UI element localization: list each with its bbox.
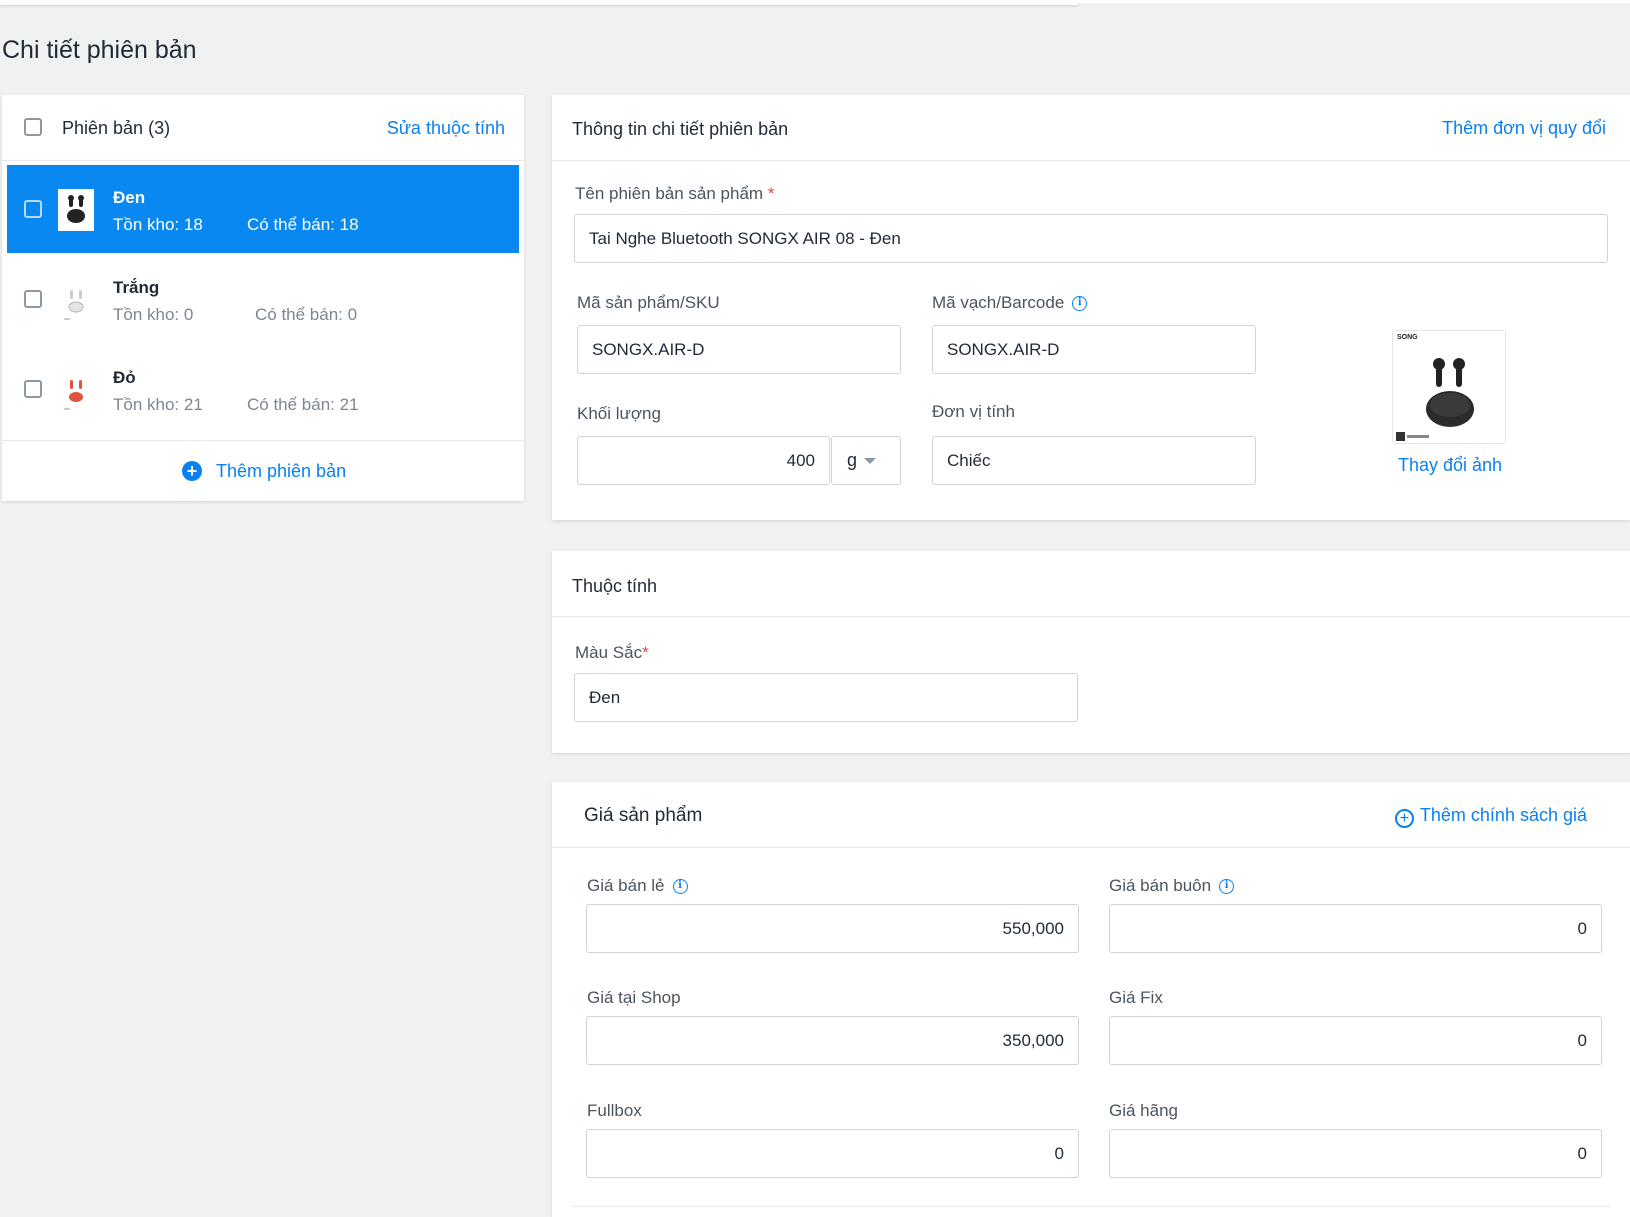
image-brand-text: SONG xyxy=(1397,334,1418,341)
variant-name: Trắng xyxy=(113,278,160,297)
price-card-title: Giá sản phẩm xyxy=(584,805,703,826)
brand-price-input[interactable]: 0 xyxy=(1109,1129,1602,1178)
plus-circle-icon: + xyxy=(182,461,202,481)
variant-checkbox[interactable] xyxy=(24,200,42,218)
unit-input[interactable]: Chiếc xyxy=(932,436,1256,485)
info-icon[interactable]: i xyxy=(1219,879,1235,894)
weight-label: Khối lượng xyxy=(577,404,661,423)
change-image-link[interactable]: Thay đổi ảnh xyxy=(1398,455,1502,476)
attributes-card-header: Thuộc tính xyxy=(552,551,1630,617)
add-conversion-unit-link[interactable]: Thêm đơn vị quy đổi xyxy=(1442,118,1606,139)
variant-sellable: Có thể bán: 21 xyxy=(247,395,359,414)
fix-price-label: Giá Fix xyxy=(1109,988,1163,1007)
divider xyxy=(572,1206,1610,1207)
plus-circle-outline-icon: + xyxy=(1394,809,1414,828)
attributes-card-title: Thuộc tính xyxy=(572,576,658,596)
barcode-label: Mã vạch/Barcode i xyxy=(932,293,1088,313)
price-card: Giá sản phẩm + Thêm chính sách giá Giá bá… xyxy=(552,782,1630,1217)
required-marker: * xyxy=(642,643,649,662)
brand-price-label: Giá hãng xyxy=(1109,1101,1178,1120)
shop-price-label: Giá tại Shop xyxy=(587,988,681,1007)
retail-price-label: Giá bán lẻ i xyxy=(587,876,688,896)
sku-input[interactable]: SONGX.AIR-D xyxy=(577,325,901,374)
variant-sellable: Có thể bán: 18 xyxy=(247,215,359,234)
select-all-checkbox[interactable] xyxy=(24,118,42,136)
color-label: Màu Sắc* xyxy=(575,643,649,662)
top-bar xyxy=(0,0,1078,5)
caret-down-icon xyxy=(864,458,876,464)
variant-item-white[interactable]: Trắng Tồn kho: 0 Có thể bán: 0 xyxy=(7,255,519,343)
variant-stock: Tồn kho: 0 xyxy=(113,305,194,324)
add-variant-button[interactable]: + Thêm phiên bản xyxy=(2,440,524,501)
variants-count-label: Phiên bản (3) xyxy=(62,118,171,138)
top-bar-right xyxy=(1078,0,1630,3)
variant-checkbox[interactable] xyxy=(24,380,42,398)
variant-stock: Tồn kho: 18 xyxy=(113,215,203,234)
weight-input[interactable]: 400 xyxy=(577,436,830,485)
unit-label: Đơn vị tính xyxy=(932,402,1015,421)
variant-name: Đen xyxy=(113,188,146,207)
wholesale-price-input[interactable]: 0 xyxy=(1109,904,1602,953)
variant-name-label: Tên phiên bản sản phẩm * xyxy=(575,184,775,203)
detail-card-title: Thông tin chi tiết phiên bản xyxy=(572,119,789,139)
fix-price-input[interactable]: 0 xyxy=(1109,1016,1602,1065)
variants-card: Phiên bản (3) Sửa thuộc tính Đen Tồn kho… xyxy=(2,95,524,501)
weight-unit-select[interactable]: g xyxy=(831,436,901,485)
shop-price-input[interactable]: 350,000 xyxy=(586,1016,1079,1065)
variant-stock: Tồn kho: 21 xyxy=(113,395,203,414)
variants-header: Phiên bản (3) Sửa thuộc tính xyxy=(2,95,524,161)
variant-sellable: Có thể bán: 0 xyxy=(255,305,358,324)
detail-card-header: Thông tin chi tiết phiên bản Thêm đơn vị… xyxy=(552,95,1630,161)
attributes-card: Thuộc tính Màu Sắc* Đen xyxy=(552,551,1630,753)
wholesale-price-label: Giá bán buôn i xyxy=(1109,876,1235,896)
variant-name-input[interactable]: Tai Nghe Bluetooth SONGX AIR 08 - Đen xyxy=(574,214,1608,263)
variant-detail-card: Thông tin chi tiết phiên bản Thêm đơn vị… xyxy=(552,95,1630,520)
required-marker: * xyxy=(767,184,775,203)
edit-attributes-link[interactable]: Sửa thuộc tính xyxy=(387,118,505,139)
sku-label: Mã sản phẩm/SKU xyxy=(577,293,720,312)
weight-unit-value: g xyxy=(847,450,858,470)
color-input[interactable]: Đen xyxy=(574,673,1078,722)
fullbox-price-label: Fullbox xyxy=(587,1101,642,1120)
variant-thumbnail xyxy=(58,369,94,411)
info-icon[interactable]: i xyxy=(672,879,688,894)
variant-checkbox[interactable] xyxy=(24,290,42,308)
variant-item-red[interactable]: Đỏ Tồn kho: 21 Có thể bán: 21 xyxy=(7,345,519,433)
add-price-policy-link[interactable]: + Thêm chính sách giá xyxy=(1394,805,1587,828)
info-icon[interactable]: i xyxy=(1072,296,1088,311)
variant-thumbnail xyxy=(58,279,94,321)
fullbox-price-input[interactable]: 0 xyxy=(586,1129,1079,1178)
variant-name: Đỏ xyxy=(113,368,136,387)
variant-thumbnail xyxy=(58,189,94,231)
page-title: Chi tiết phiên bản xyxy=(2,36,197,64)
add-variant-label: Thêm phiên bản xyxy=(216,461,347,481)
product-image[interactable]: SONG xyxy=(1392,330,1506,444)
variant-item-black[interactable]: Đen Tồn kho: 18 Có thể bán: 18 xyxy=(7,165,519,253)
barcode-input[interactable]: SONGX.AIR-D xyxy=(932,325,1256,374)
price-card-header: Giá sản phẩm + Thêm chính sách giá xyxy=(552,782,1630,848)
retail-price-input[interactable]: 550,000 xyxy=(586,904,1079,953)
